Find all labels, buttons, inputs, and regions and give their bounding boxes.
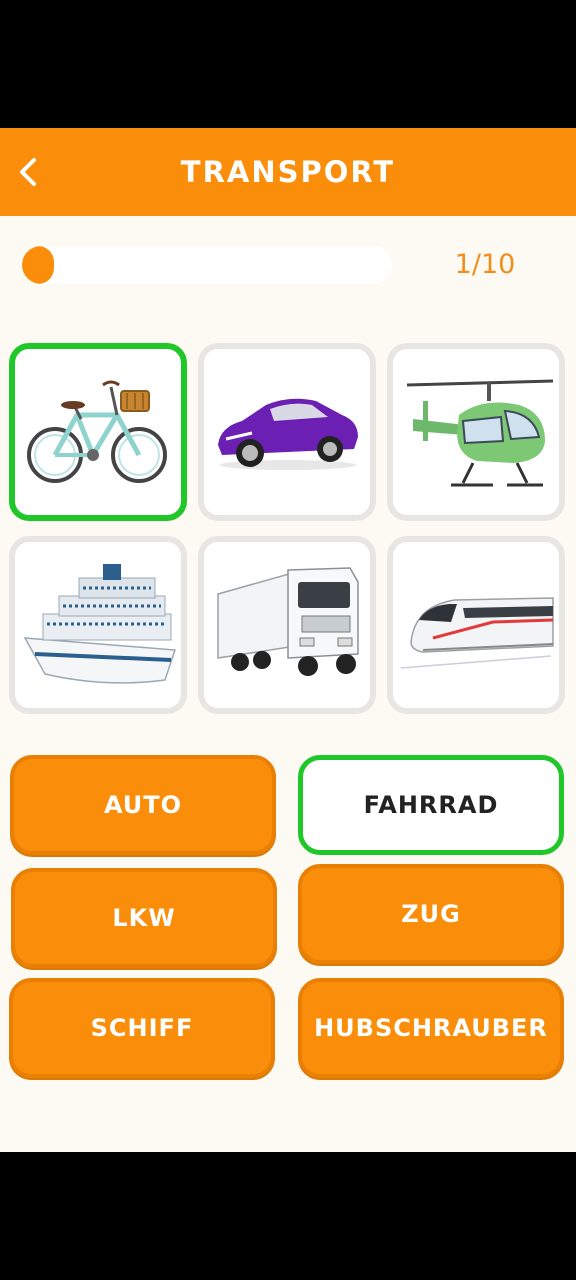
tile-bicycle[interactable]: [9, 343, 187, 521]
navigation-bar: [0, 1152, 576, 1280]
tile-car[interactable]: [198, 343, 376, 521]
answer-label: ZUG: [401, 900, 461, 928]
header-bar: TRANSPORT: [0, 128, 576, 216]
answer-label: SCHIFF: [90, 1014, 194, 1042]
truck-icon: [217, 567, 359, 676]
status-bar: [0, 0, 576, 128]
progress-fill: [22, 246, 54, 284]
progress-bar: [22, 246, 392, 284]
answer-button-lkw[interactable]: LKW: [11, 868, 277, 968]
tile-helicopter[interactable]: [387, 343, 565, 521]
tile-ship[interactable]: [9, 536, 187, 714]
tile-train[interactable]: [387, 536, 565, 714]
answer-label: LKW: [112, 904, 176, 932]
answer-label: HUBSCHRAUBER: [314, 1014, 548, 1042]
tile-truck[interactable]: [198, 536, 376, 714]
answer-label: AUTO: [103, 791, 183, 819]
quiz-screen: TRANSPORT 1/10 AUTO FAHRRAD LKW ZUG SCHI…: [0, 128, 576, 1152]
answer-button-hubschrauber[interactable]: HUBSCHRAUBER: [298, 978, 564, 1078]
train-icon: [400, 597, 554, 669]
progress-counter: 1/10: [454, 249, 516, 280]
answer-label: FAHRRAD: [363, 791, 499, 819]
answer-button-schiff[interactable]: SCHIFF: [9, 978, 275, 1078]
bicycle-icon: [27, 380, 167, 483]
ship-icon: [23, 564, 177, 684]
answer-button-zug[interactable]: ZUG: [298, 864, 564, 964]
helicopter-icon: [406, 379, 554, 487]
answer-button-fahrrad[interactable]: FAHRRAD: [298, 755, 564, 855]
page-title: TRANSPORT: [180, 155, 396, 189]
car-icon: [218, 398, 358, 470]
answer-button-auto[interactable]: AUTO: [10, 755, 276, 855]
